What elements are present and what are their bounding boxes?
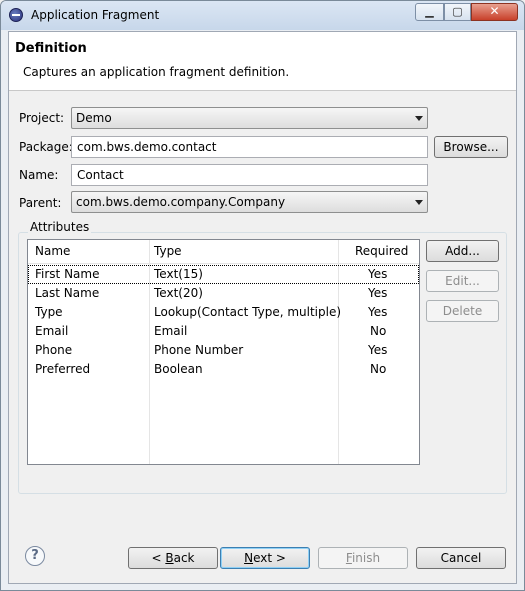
cell-type: Boolean — [154, 362, 203, 376]
title-bar[interactable]: Application Fragment ▁ ▢ ✕ — [1, 1, 524, 30]
page-description: Captures an application fragment definit… — [23, 65, 290, 79]
next-label-mnemonic: N — [244, 551, 254, 565]
name-value: Contact — [77, 168, 124, 182]
cell-name: Preferred — [35, 362, 91, 376]
table-row[interactable]: Phone Phone Number Yes — [28, 341, 419, 360]
cell-name: Phone — [35, 343, 73, 357]
table-row[interactable]: Preferred Boolean No — [28, 360, 419, 379]
chevron-down-icon — [415, 200, 423, 205]
back-label-prefix: < — [151, 551, 166, 565]
name-label: Name: — [19, 168, 59, 182]
add-attribute-button[interactable]: Add... — [426, 240, 499, 262]
close-icon: ✕ — [489, 4, 500, 18]
cell-type: Lookup(Contact Type, multiple) — [154, 305, 342, 319]
eclipse-icon — [9, 8, 23, 22]
package-value: com.bws.demo.contact — [77, 140, 217, 154]
project-label: Project: — [19, 111, 65, 125]
cell-required: Yes — [368, 286, 388, 300]
cancel-button[interactable]: Cancel — [416, 547, 506, 569]
attributes-group-label: Attributes — [28, 220, 92, 234]
finish-button[interactable]: Finish — [318, 547, 408, 569]
next-button[interactable]: Next > — [220, 547, 310, 569]
parent-combo[interactable]: com.bws.demo.company.Company — [71, 191, 428, 213]
finish-label-rest: inish — [351, 551, 381, 565]
cell-type: Email — [154, 324, 188, 338]
parent-label: Parent: — [19, 196, 62, 210]
wizard-header: Definition Captures an application fragm… — [9, 32, 516, 91]
cell-required: Yes — [368, 267, 388, 281]
cell-name: First Name — [35, 267, 100, 281]
back-label-rest: ack — [173, 551, 195, 565]
cell-name: Last Name — [35, 286, 100, 300]
parent-value: com.bws.demo.company.Company — [76, 195, 286, 209]
cell-required: Yes — [368, 305, 388, 319]
dialog-client-area: Definition Captures an application fragm… — [8, 31, 517, 584]
window-title: Application Fragment — [31, 8, 160, 22]
back-label-mnemonic: B — [165, 551, 174, 565]
table-row[interactable]: First Name Text(15) Yes — [28, 265, 419, 284]
close-button[interactable]: ✕ — [471, 3, 518, 21]
table-row[interactable]: Email Email No — [28, 322, 419, 341]
cell-required: No — [370, 324, 387, 338]
next-label-rest: ext > — [253, 551, 286, 565]
cell-type: Text(20) — [154, 286, 203, 300]
table-row[interactable]: Last Name Text(20) Yes — [28, 284, 419, 303]
cell-type: Text(15) — [154, 267, 203, 281]
maximize-button[interactable]: ▢ — [444, 3, 471, 21]
cell-type: Phone Number — [154, 343, 244, 357]
project-value: Demo — [76, 111, 112, 125]
chevron-down-icon — [415, 116, 423, 121]
package-field[interactable]: com.bws.demo.contact — [71, 136, 428, 158]
name-field[interactable]: Contact — [71, 164, 428, 186]
edit-attribute-button[interactable]: Edit... — [426, 270, 499, 292]
header-divider — [28, 263, 419, 264]
browse-button[interactable]: Browse... — [434, 136, 508, 158]
dialog-window: Application Fragment ▁ ▢ ✕ Definition Ca… — [0, 0, 525, 591]
page-title: Definition — [15, 41, 87, 56]
maximize-icon: ▢ — [452, 5, 463, 18]
cell-required: No — [370, 362, 387, 376]
column-header-type[interactable]: Type — [154, 244, 182, 258]
back-button[interactable]: < Back — [128, 547, 218, 569]
column-header-name[interactable]: Name — [35, 244, 70, 258]
project-combo[interactable]: Demo — [71, 107, 428, 129]
cell-required: Yes — [368, 343, 388, 357]
minimize-button[interactable]: ▁ — [415, 3, 444, 21]
help-icon[interactable]: ? — [25, 546, 45, 566]
package-label: Package: — [19, 140, 73, 154]
column-header-required[interactable]: Required — [355, 244, 408, 258]
minimize-icon: ▁ — [425, 5, 434, 18]
delete-attribute-button[interactable]: Delete — [426, 300, 499, 322]
cell-name: Type — [35, 305, 63, 319]
cell-name: Email — [35, 324, 69, 338]
table-row[interactable]: Type Lookup(Contact Type, multiple) Yes — [28, 303, 419, 322]
attributes-table[interactable]: Name Type Required First Name Text(15) Y… — [27, 239, 420, 465]
